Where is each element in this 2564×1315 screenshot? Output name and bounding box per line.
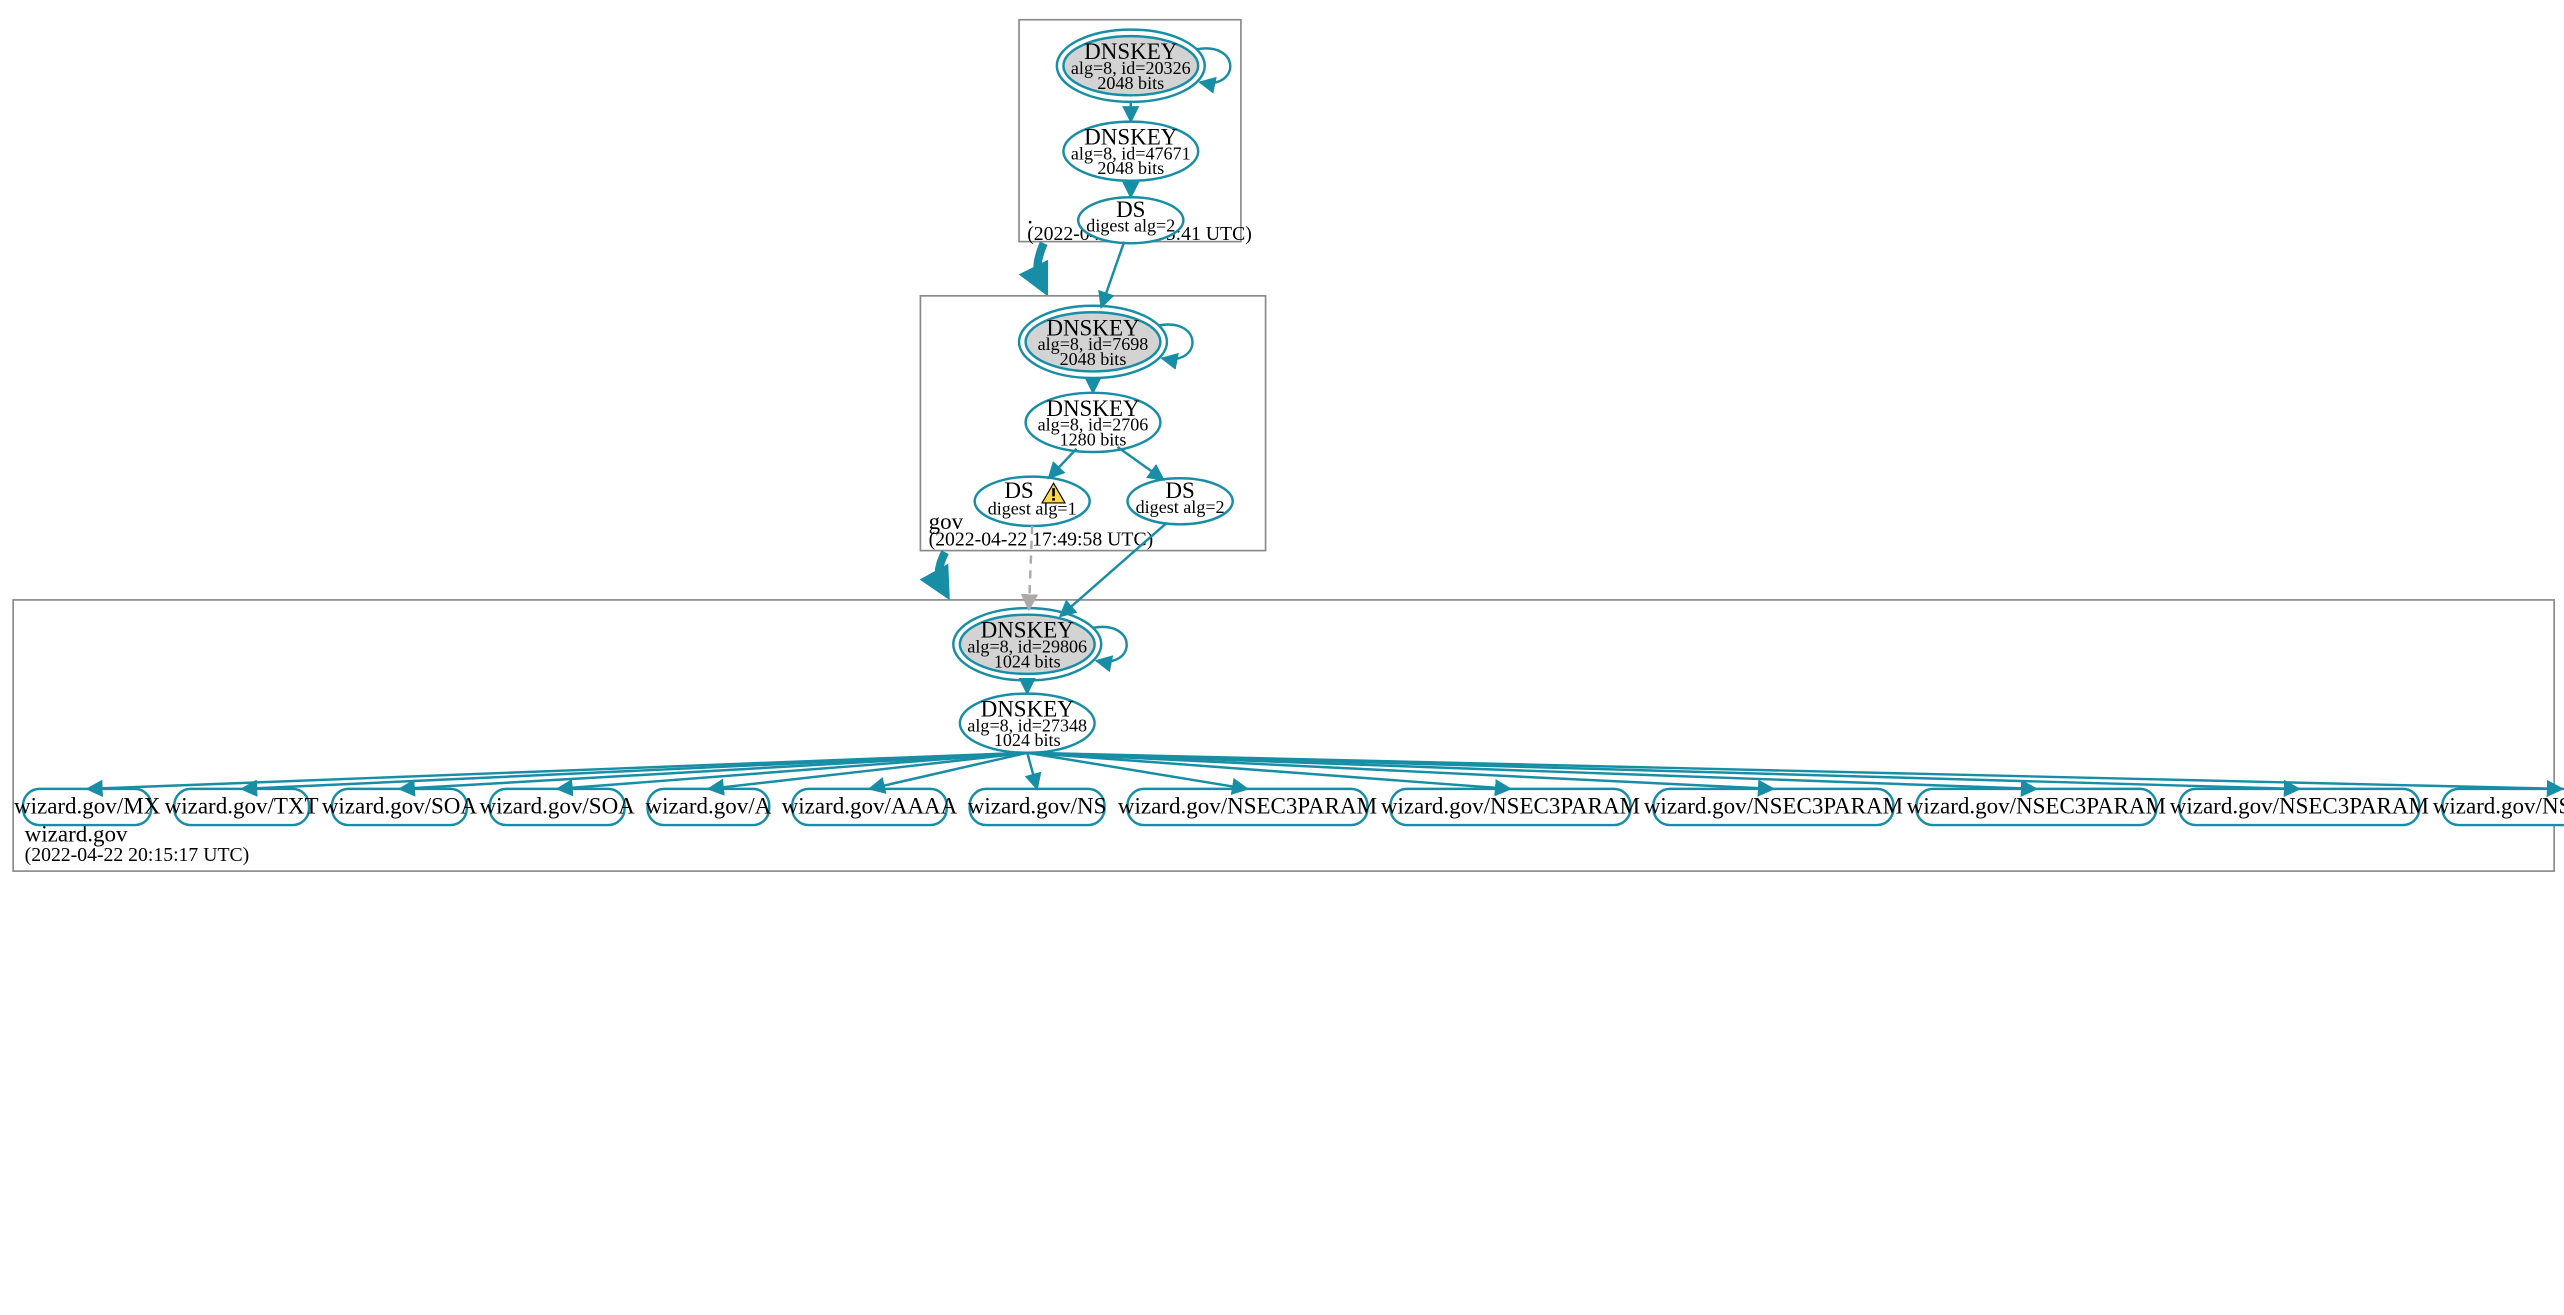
rrset-label: wizard.gov/NSEC3PARAM (1907, 793, 2166, 819)
edge-zsk-rrset (399, 753, 1027, 789)
rrset-label: wizard.gov/MX (14, 793, 161, 819)
svg-text:2048 bits: 2048 bits (1060, 349, 1127, 369)
svg-text:digest alg=2: digest alg=2 (1086, 216, 1175, 236)
rrset-label: wizard.gov/TXT (165, 793, 319, 819)
node-gov-zsk: DNSKEY alg=8, id=2706 1280 bits (1026, 393, 1161, 452)
edge-delegation-gov-wiz (939, 552, 945, 591)
edge-zsk-rrset (1027, 753, 1037, 789)
edge-delegation-root-gov (1038, 243, 1044, 287)
rrset-label: wizard.gov/NSEC3PARAM (2433, 793, 2564, 819)
zone-wizard: wizard.gov (2022-04-22 20:15:17 UTC) (13, 600, 2554, 871)
zone-wizard-timestamp: (2022-04-22 20:15:17 UTC) (25, 844, 250, 866)
rrset-label: wizard.gov/A (645, 793, 771, 819)
node-wiz-zsk: DNSKEY alg=8, id=27348 1024 bits (960, 694, 1095, 753)
rrset-label: wizard.gov/SOA (480, 793, 636, 819)
edge-root-ds-gov-ksk (1101, 242, 1124, 308)
node-root-ds: DS digest alg=2 (1078, 196, 1183, 243)
rrset-label: wizard.gov/NSEC3PARAM (1644, 793, 1903, 819)
svg-text:2048 bits: 2048 bits (1097, 73, 1164, 93)
rrset-label: wizard.gov/NS (968, 793, 1107, 819)
svg-text:digest alg=2: digest alg=2 (1136, 497, 1225, 517)
rrset-edges (87, 753, 2562, 789)
rrsets-row: wizard.gov/MXwizard.gov/TXTwizard.gov/SO… (14, 789, 2564, 825)
node-gov-ksk: DNSKEY alg=8, id=7698 2048 bits (1019, 306, 1167, 378)
svg-text:2048 bits: 2048 bits (1097, 158, 1164, 178)
rrset-label: wizard.gov/AAAA (782, 793, 958, 819)
node-gov-ds1: DS digest alg=1 (975, 477, 1090, 526)
svg-text:1024 bits: 1024 bits (994, 651, 1061, 671)
edge-gov-zsk-ds2 (1118, 447, 1164, 480)
edge-gov-zsk-ds1 (1049, 449, 1077, 479)
node-wiz-ksk: DNSKEY alg=8, id=29806 1024 bits (953, 608, 1101, 680)
svg-text:1024 bits: 1024 bits (994, 730, 1061, 750)
rrset-label: wizard.gov/NSEC3PARAM (1381, 793, 1640, 819)
svg-text:1280 bits: 1280 bits (1060, 429, 1127, 449)
rrset-label: wizard.gov/NSEC3PARAM (1118, 793, 1377, 819)
rrset-label: wizard.gov/SOA (322, 793, 478, 819)
zone-gov-timestamp: (2022-04-22 17:49:58 UTC) (929, 529, 1154, 551)
dnssec-diagram: . (2022-04-22 15:35:41 UTC) DNSKEY alg=8… (0, 0, 2564, 1315)
node-root-ksk: DNSKEY alg=8, id=20326 2048 bits (1057, 30, 1205, 102)
node-gov-ds2: DS digest alg=2 (1128, 477, 1233, 524)
rrset-label: wizard.gov/NSEC3PARAM (2170, 793, 2429, 819)
node-root-zsk: DNSKEY alg=8, id=47671 2048 bits (1063, 122, 1198, 181)
